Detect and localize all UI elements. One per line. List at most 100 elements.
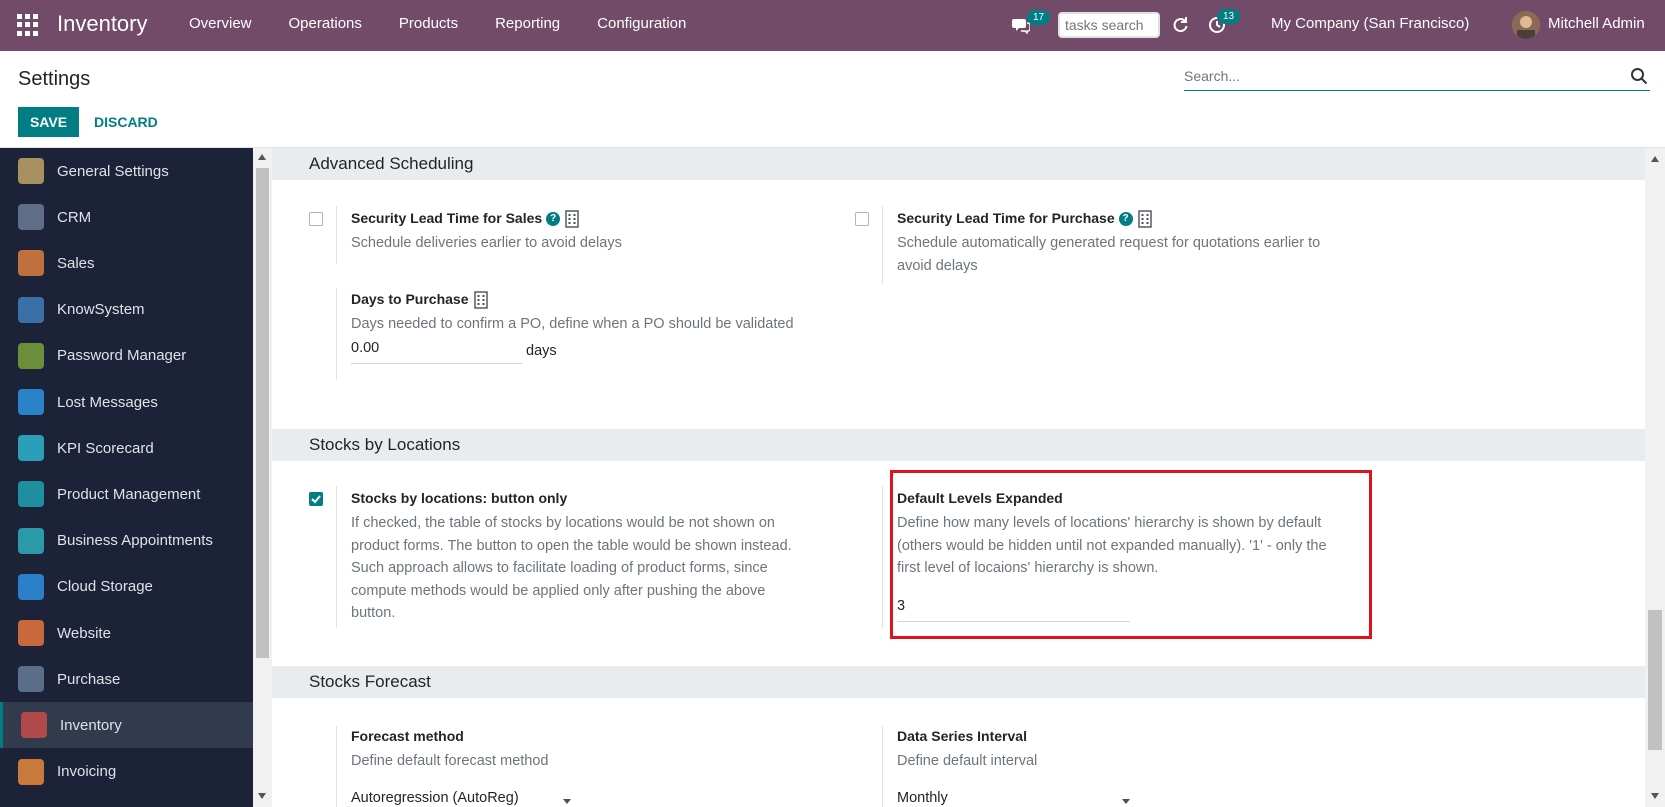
website-app-icon [18,620,44,646]
help-icon[interactable]: ? [1118,212,1133,227]
refresh-icon[interactable] [1171,16,1189,34]
sidebar-item-inventory[interactable]: Inventory [0,702,253,749]
days-to-purchase-input[interactable]: 0.00 [351,340,522,364]
desc-line: product forms. The button to open the ta… [351,537,792,554]
user-menu[interactable]: Mitchell Admin [1548,15,1645,32]
settings-content: Advanced Scheduling Security Lead Time f… [272,148,1645,807]
company-switcher[interactable]: My Company (San Francisco) [1271,15,1469,32]
highlight-box [890,470,1372,639]
menu-operations[interactable]: Operations [289,15,362,32]
desc-line: button. [351,605,396,621]
desc-line: avoid delays [897,257,978,274]
data-series-interval-title: Data Series Interval [897,728,1027,744]
sidebar-item-label: General Settings [57,162,169,180]
setting-title: Days to Purchase [351,291,488,309]
settings-search-input[interactable] [1184,63,1604,89]
sidebar-item-knowsystem[interactable]: KnowSystem [0,287,253,333]
desc-line: Such approach allows to facilitate loadi… [351,560,768,576]
user-avatar[interactable] [1512,11,1540,39]
divider [882,486,883,628]
sidebar-item-cloud-storage[interactable]: Cloud Storage [0,564,253,610]
settings-search [1184,63,1650,91]
sidebar-scrollbar[interactable] [253,148,272,807]
stocks-button-only-checkbox[interactable] [309,492,323,506]
app-brand[interactable]: Inventory [57,11,148,37]
search-icon[interactable] [1630,67,1648,85]
menu-overview[interactable]: Overview [189,15,252,32]
sidebar-item-label: Website [57,624,111,642]
divider [336,288,337,380]
divider [336,726,337,807]
page-title: Settings [18,68,91,90]
tasks-search-input[interactable] [1058,12,1160,38]
days-to-purchase-title: Days to Purchase [351,291,469,307]
desc-line: Schedule automatically generated request… [897,235,1321,251]
forecast-method-select[interactable]: Autoregression (AutoReg) [351,790,579,807]
scroll-up-arrow[interactable] [258,154,266,160]
activity-badge: 13 [1217,9,1241,24]
inventory-app-icon [21,712,47,739]
content-scrollbar[interactable] [1645,148,1665,807]
company-building-icon [1137,210,1152,228]
setting-title: Security Lead Time for Sales? [351,210,579,228]
divider [336,486,337,628]
select-value: Monthly [897,790,948,806]
data-series-interval-select[interactable]: Monthly [897,790,1130,807]
setting-description: Schedule automatically generated request… [897,232,1320,277]
lead-sales-checkbox[interactable] [309,212,323,226]
sidebar-item-label: CRM [57,208,92,226]
save-button[interactable]: SAVE [18,107,79,137]
setting-title: Security Lead Time for Purchase? [897,210,1152,228]
scroll-down-arrow[interactable] [1651,793,1659,799]
scrollbar-thumb[interactable] [1648,610,1662,750]
sidebar-item-sales[interactable]: Sales [0,240,253,286]
sidebar-item-kpi-scorecard[interactable]: KPI Scorecard [0,425,253,471]
top-navbar: Inventory Overview Operations Products R… [0,0,1665,51]
kpi-scorecard-app-icon [18,435,44,462]
section-stocks-forecast: Stocks Forecast [272,666,1645,698]
product-management-app-icon [18,481,44,508]
sidebar-item-label: Product Management [57,485,201,503]
menu-reporting[interactable]: Reporting [495,15,560,32]
menu-configuration[interactable]: Configuration [597,15,686,32]
sidebar-item-business-appointments[interactable]: Business Appointments [0,518,253,564]
dropdown-caret-icon [1122,799,1130,804]
sidebar-item-website[interactable]: Website [0,610,253,656]
scroll-up-arrow[interactable] [1651,156,1659,162]
sidebar-item-password-manager[interactable]: Password Manager [0,333,253,379]
sidebar-item-general-settings[interactable]: General Settings [0,148,253,194]
lost-messages-app-icon [18,389,44,415]
apps-menu-icon[interactable] [17,14,39,36]
sidebar-item-product-management[interactable]: Product Management [0,471,253,517]
desc-line: compute methods would be applied only af… [351,582,766,599]
sidebar-item-purchase[interactable]: Purchase [0,656,253,702]
menu-products[interactable]: Products [399,15,458,32]
scroll-down-arrow[interactable] [258,793,266,799]
desc-line: If checked, the table of stocks by locat… [351,515,775,531]
section-title: Stocks by Locations [309,435,461,454]
lead-purchase-checkbox[interactable] [855,212,869,226]
sidebar-item-label: Lost Messages [57,393,158,411]
setting-description: Schedule deliveries earlier to avoid del… [351,235,622,251]
sidebar-item-invoicing[interactable]: Invoicing [0,749,253,795]
sidebar-item-label: Invoicing [57,763,117,781]
setting-description: If checked, the table of stocks by locat… [351,512,792,625]
scrollbar-thumb[interactable] [256,168,269,658]
knowsystem-app-icon [18,296,44,323]
divider [882,726,883,807]
sidebar-item-lost-messages[interactable]: Lost Messages [0,379,253,425]
lead-sales-title: Security Lead Time for Sales [351,210,543,226]
section-stocks-by-locations: Stocks by Locations [272,429,1645,461]
help-icon[interactable]: ? [546,212,561,227]
company-building-icon [473,291,488,309]
discard-button[interactable]: DISCARD [94,107,158,137]
invoicing-app-icon [18,758,44,785]
days-unit-label: days [526,343,557,359]
sidebar-item-crm[interactable]: CRM [0,194,253,240]
dropdown-caret-icon [563,799,571,804]
sidebar-item-label: Business Appointments [57,532,213,550]
sidebar-item-label: KPI Scorecard [57,439,154,457]
sales-app-icon [18,250,44,277]
setting-description: Days needed to confirm a PO, define when… [351,316,794,332]
select-value: Autoregression (AutoReg) [351,790,519,806]
